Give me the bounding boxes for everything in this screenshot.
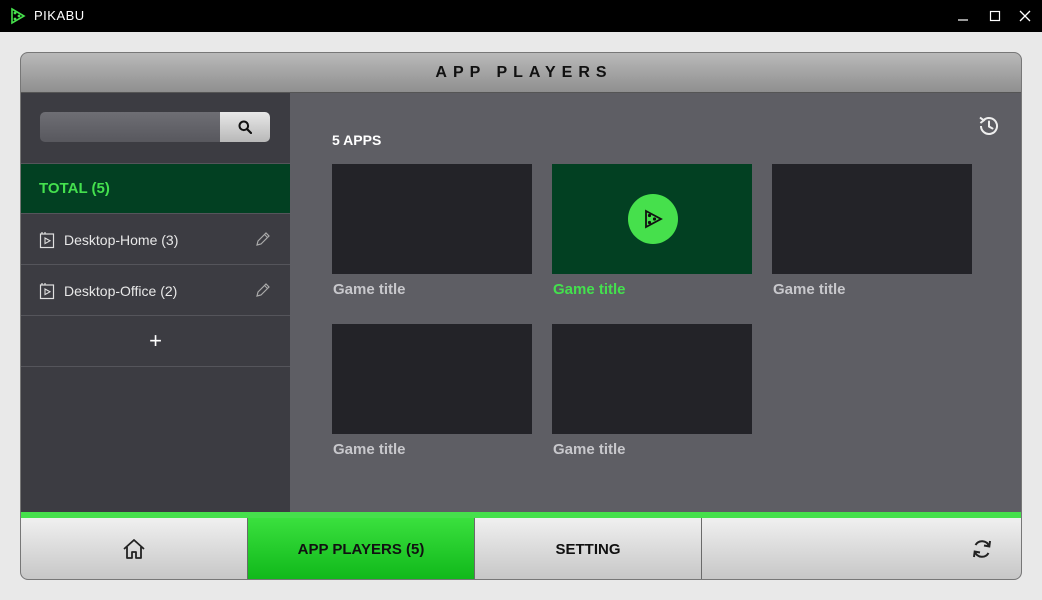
close-icon [1019, 10, 1031, 22]
game-thumbnail [332, 324, 532, 434]
game-thumbnail [772, 164, 972, 274]
plus-icon: + [149, 328, 162, 353]
tab-setting[interactable]: SETTING [475, 518, 702, 579]
game-title: Game title [553, 441, 626, 458]
game-title: Game title [333, 441, 406, 458]
device-screen-icon [39, 232, 55, 249]
sidebar-item-label: TOTAL (5) [39, 180, 110, 197]
play-button[interactable] [628, 194, 678, 244]
tab-refresh-area [702, 518, 1021, 579]
play-icon [645, 209, 663, 229]
game-card[interactable]: Game title [332, 164, 532, 298]
maximize-button[interactable] [980, 0, 1010, 32]
sidebar-item-desktop-office[interactable]: Desktop-Office (2) [21, 265, 290, 316]
search-bar [40, 112, 270, 142]
game-thumbnail [332, 164, 532, 274]
search-button[interactable] [220, 112, 270, 142]
apps-content: 5 APPS Game title Game title Game title … [290, 93, 1021, 512]
game-title: Game title [333, 281, 406, 298]
apps-count: 5 APPS [332, 132, 382, 148]
title-bar: PIKABU [0, 0, 1042, 32]
history-icon[interactable] [976, 113, 1002, 139]
minimize-icon [958, 19, 968, 21]
tab-app-players[interactable]: APP PLAYERS (5) [248, 518, 475, 579]
game-thumbnail [552, 164, 752, 274]
game-title: Game title [553, 281, 626, 298]
device-list: TOTAL (5) Desktop-Home (3) Desktop-Offic… [21, 163, 290, 367]
tab-label: SETTING [555, 540, 621, 558]
sidebar-item-label: Desktop-Home (3) [64, 232, 179, 248]
game-card[interactable]: Game title [552, 164, 752, 298]
maximize-icon [989, 10, 1001, 22]
main-panel: APP PLAYERS TOTAL (5) Desktop-Home (3) D… [20, 52, 1022, 580]
game-card[interactable]: Game title [552, 324, 752, 458]
minimize-button[interactable] [948, 0, 978, 32]
app-name: PIKABU [34, 8, 85, 23]
refresh-icon[interactable] [971, 538, 993, 560]
sidebar-item-total[interactable]: TOTAL (5) [21, 163, 290, 214]
pencil-icon[interactable] [255, 231, 271, 247]
search-input[interactable] [40, 112, 222, 142]
sidebar: TOTAL (5) Desktop-Home (3) Desktop-Offic… [21, 93, 290, 512]
sidebar-item-desktop-home[interactable]: Desktop-Home (3) [21, 214, 290, 265]
search-icon [238, 120, 252, 134]
game-card[interactable]: Game title [332, 324, 532, 458]
pencil-icon[interactable] [255, 282, 271, 298]
bottom-nav: APP PLAYERS (5) SETTING [21, 512, 1021, 579]
close-button[interactable] [1010, 0, 1040, 32]
tab-home[interactable] [21, 518, 248, 579]
panel-header: APP PLAYERS [21, 53, 1021, 93]
pikabu-logo-icon [11, 7, 26, 25]
page-title: APP PLAYERS [435, 63, 613, 81]
game-card[interactable]: Game title [772, 164, 972, 298]
tab-label: APP PLAYERS (5) [297, 540, 425, 558]
game-thumbnail [552, 324, 752, 434]
add-device-button[interactable]: + [21, 316, 290, 367]
game-title: Game title [773, 281, 846, 298]
sidebar-item-label: Desktop-Office (2) [64, 283, 178, 299]
home-icon [123, 539, 145, 559]
device-screen-icon [39, 283, 55, 300]
